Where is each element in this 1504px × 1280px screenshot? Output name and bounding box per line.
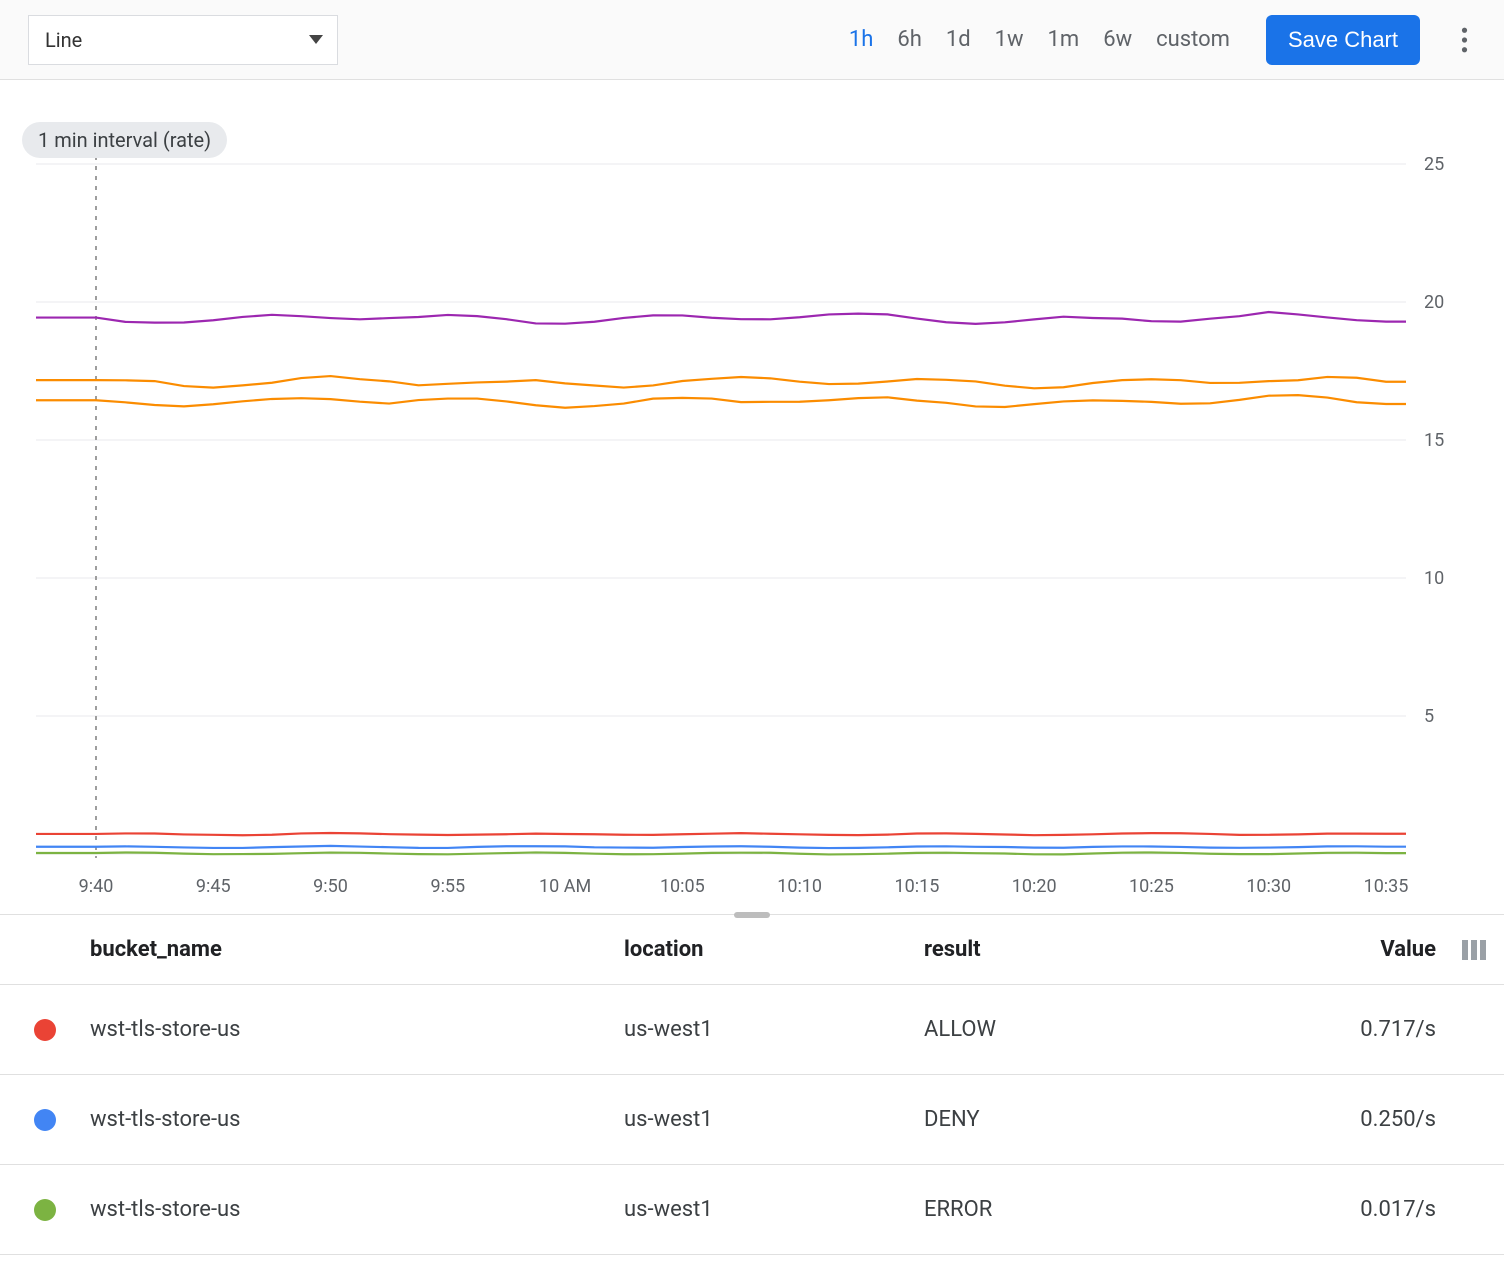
legend-row[interactable]: wst-tls-store-usus-west1DENY0.250/s xyxy=(0,1075,1504,1165)
col-value: Value xyxy=(1244,937,1444,962)
interval-pill: 1 min interval (rate) xyxy=(22,122,227,158)
svg-text:10:30: 10:30 xyxy=(1246,876,1291,897)
overflow-menu[interactable] xyxy=(1444,20,1484,60)
svg-text:9:55: 9:55 xyxy=(430,876,465,897)
result: DENY xyxy=(924,1107,1244,1132)
toolbar: Line 1h 6h 1d 1w 1m 6w custom Save Chart xyxy=(0,0,1504,80)
result: ALLOW xyxy=(924,1017,1244,1042)
chart-area: 1 min interval (rate) 5 10 15 20 25 9:40 9:45 9… xyxy=(0,80,1504,915)
series-color-dot xyxy=(34,1019,56,1041)
location: us-west1 xyxy=(624,1017,924,1042)
legend-table: bucket_name location result Value wst-tl… xyxy=(0,915,1504,1255)
location: us-west1 xyxy=(624,1197,924,1222)
range-1d[interactable]: 1d xyxy=(946,27,971,52)
series-color-dot xyxy=(34,1109,56,1131)
value: 0.717/s xyxy=(1244,1017,1444,1042)
columns-icon xyxy=(1462,940,1486,960)
series-orange-b xyxy=(36,395,1406,408)
result: ERROR xyxy=(924,1197,1244,1222)
svg-text:10:05: 10:05 xyxy=(660,876,705,897)
range-1w[interactable]: 1w xyxy=(995,27,1024,52)
bucket-name: wst-tls-store-us xyxy=(90,1107,624,1132)
chevron-down-icon xyxy=(309,35,323,44)
time-range-group: 1h 6h 1d 1w 1m 6w custom xyxy=(849,27,1230,52)
chart-type-label: Line xyxy=(45,28,82,52)
svg-text:25: 25 xyxy=(1424,154,1444,175)
svg-text:10: 10 xyxy=(1424,568,1444,589)
more-vert-icon xyxy=(1461,27,1468,53)
legend-row[interactable]: wst-tls-store-usus-west1ALLOW0.717/s xyxy=(0,985,1504,1075)
column-picker[interactable] xyxy=(1444,940,1504,960)
col-location: location xyxy=(624,937,924,962)
chart-type-select[interactable]: Line xyxy=(28,15,338,65)
svg-text:10:20: 10:20 xyxy=(1012,876,1057,897)
series-red xyxy=(36,833,1406,835)
range-custom[interactable]: custom xyxy=(1156,27,1230,52)
value: 0.017/s xyxy=(1244,1197,1444,1222)
range-1h[interactable]: 1h xyxy=(849,27,873,52)
range-6h[interactable]: 6h xyxy=(897,27,921,52)
svg-text:9:45: 9:45 xyxy=(196,876,231,897)
svg-text:10:15: 10:15 xyxy=(894,876,939,897)
series-orange-a xyxy=(36,376,1406,388)
range-6w[interactable]: 6w xyxy=(1103,27,1132,52)
legend-header: bucket_name location result Value xyxy=(0,915,1504,985)
svg-text:10 AM: 10 AM xyxy=(539,876,591,897)
legend-row[interactable]: wst-tls-store-usus-west1ERROR0.017/s xyxy=(0,1165,1504,1255)
bucket-name: wst-tls-store-us xyxy=(90,1017,624,1042)
svg-text:5: 5 xyxy=(1424,706,1434,727)
save-chart-button[interactable]: Save Chart xyxy=(1266,15,1420,65)
bucket-name: wst-tls-store-us xyxy=(90,1197,624,1222)
svg-text:9:40: 9:40 xyxy=(79,876,114,897)
svg-text:20: 20 xyxy=(1424,292,1444,313)
svg-text:10:10: 10:10 xyxy=(777,876,822,897)
svg-text:10:35: 10:35 xyxy=(1364,876,1409,897)
col-result: result xyxy=(924,937,1244,962)
svg-text:9:50: 9:50 xyxy=(313,876,348,897)
series-purple xyxy=(36,312,1406,324)
series-blue xyxy=(36,846,1406,848)
value: 0.250/s xyxy=(1244,1107,1444,1132)
location: us-west1 xyxy=(624,1107,924,1132)
svg-text:10:25: 10:25 xyxy=(1129,876,1174,897)
range-1m[interactable]: 1m xyxy=(1048,27,1080,52)
svg-text:15: 15 xyxy=(1424,430,1444,451)
col-bucket: bucket_name xyxy=(90,937,624,962)
line-chart[interactable]: 5 10 15 20 25 9:40 9:45 9:50 9:55 10 AM 10:05 10:10… xyxy=(16,154,1496,914)
series-color-dot xyxy=(34,1199,56,1221)
